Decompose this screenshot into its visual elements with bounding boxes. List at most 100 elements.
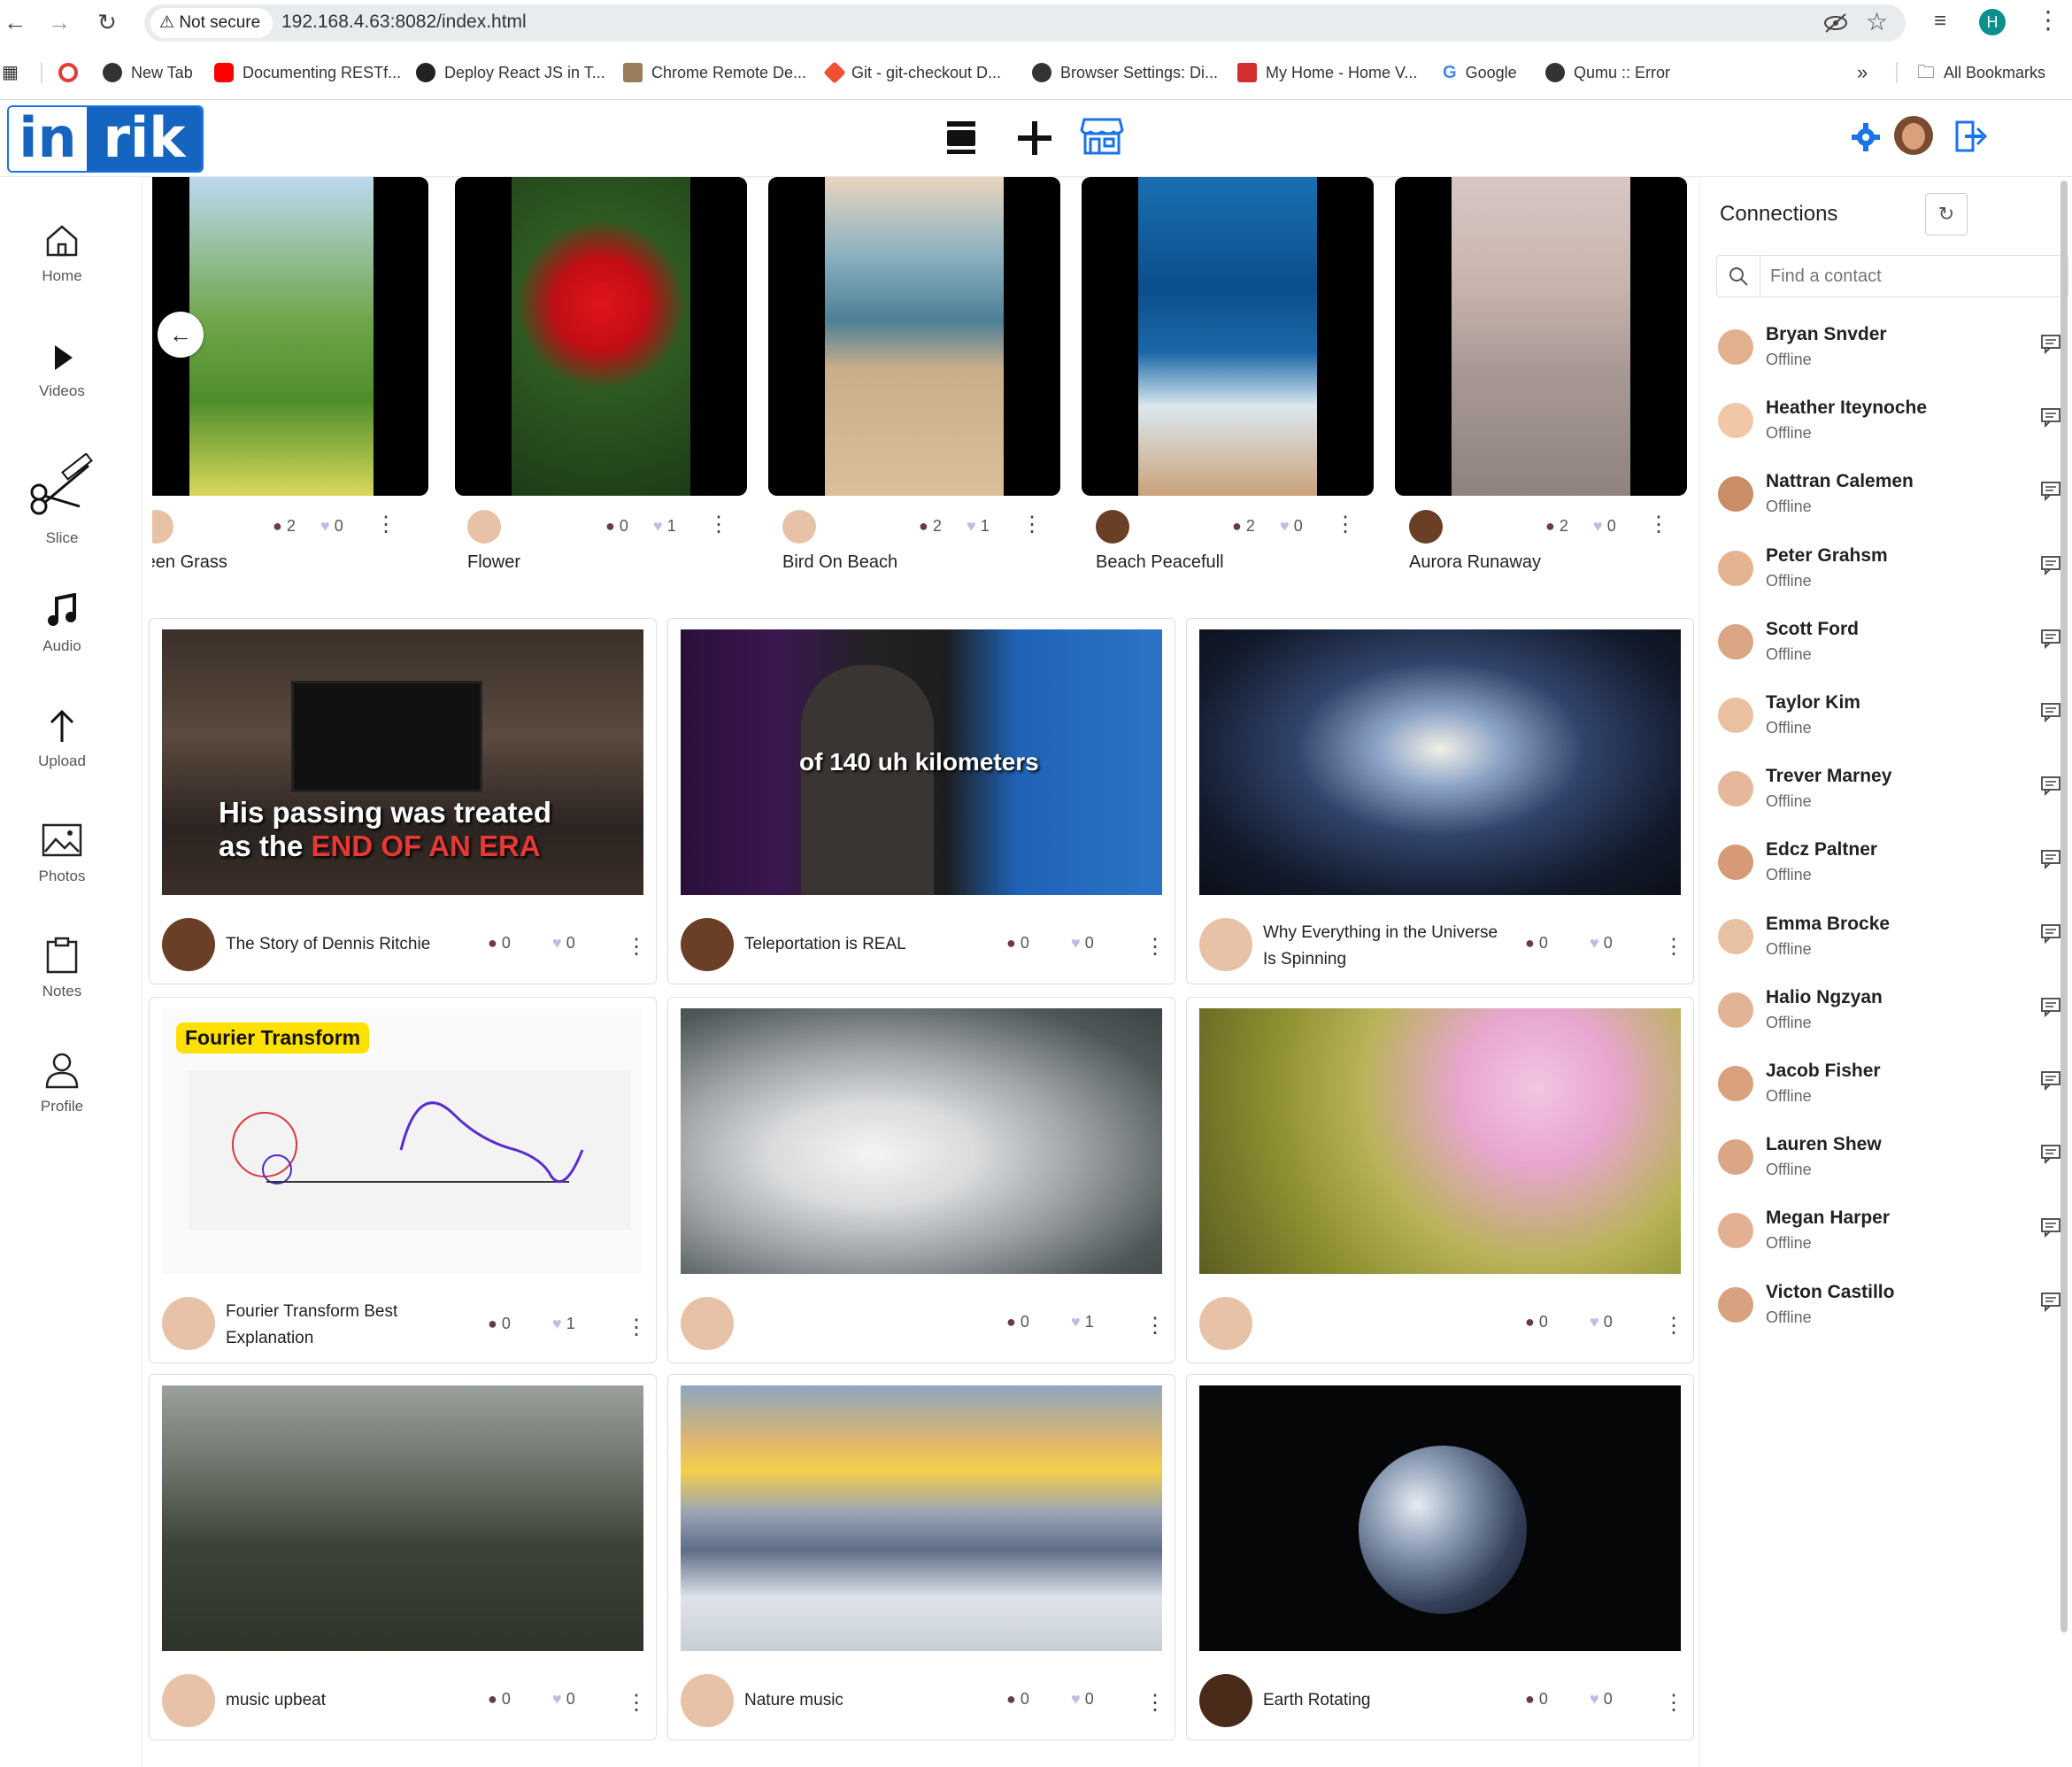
avatar[interactable] bbox=[162, 1297, 215, 1350]
video-card[interactable]: Nature music ● 0 ♥ 0 ⋮ bbox=[667, 1374, 1175, 1740]
bookmark-google[interactable]: G Google bbox=[1443, 60, 1517, 85]
user-avatar[interactable] bbox=[1894, 116, 1933, 155]
avatar[interactable] bbox=[1718, 1066, 1753, 1101]
store-icon[interactable] bbox=[1080, 116, 1124, 157]
avatar[interactable] bbox=[1718, 329, 1753, 365]
avatar[interactable] bbox=[1718, 698, 1753, 733]
message-icon[interactable] bbox=[2040, 1291, 2061, 1312]
video-title[interactable]: Fourier Transform Best Explanation bbox=[226, 1299, 447, 1352]
bookmark-documenting[interactable]: Documenting RESTf... bbox=[214, 60, 401, 85]
video-card[interactable]: of 140 uh kilometers Teleportation is RE… bbox=[667, 618, 1175, 984]
star-icon[interactable]: ☆ bbox=[1866, 7, 1888, 36]
more-options-icon[interactable]: ⋮ bbox=[1663, 1690, 1684, 1716]
contact-item[interactable]: Emma Brocke Offline bbox=[1718, 914, 2063, 976]
sidebar-item-videos[interactable]: Videos bbox=[0, 342, 124, 400]
profile-chip[interactable]: H bbox=[1979, 9, 2006, 35]
video-title[interactable]: music upbeat bbox=[226, 1687, 447, 1714]
message-icon[interactable] bbox=[2040, 1216, 2061, 1238]
bookmark-git[interactable]: Git - git-checkout D... bbox=[823, 60, 1001, 85]
page-scrollbar[interactable] bbox=[2060, 181, 2068, 1632]
all-bookmarks[interactable]: 🗀 All Bookmarks bbox=[1917, 60, 2045, 85]
message-icon[interactable] bbox=[2040, 628, 2061, 649]
sidebar-item-photos[interactable]: Photos bbox=[0, 823, 124, 885]
avatar[interactable] bbox=[681, 918, 734, 971]
avatar[interactable] bbox=[1199, 1674, 1252, 1727]
avatar[interactable] bbox=[1718, 845, 1753, 881]
refresh-icon[interactable]: ↻ bbox=[1925, 193, 1968, 235]
message-icon[interactable] bbox=[2040, 406, 2061, 428]
avatar[interactable] bbox=[1199, 918, 1252, 971]
sidebar-item-profile[interactable]: Profile bbox=[0, 1052, 124, 1115]
avatar[interactable] bbox=[1718, 403, 1753, 439]
bookmark-qumu[interactable]: Qumu :: Error bbox=[1545, 60, 1670, 85]
avatar[interactable] bbox=[1718, 550, 1753, 586]
video-title[interactable]: Earth Rotating bbox=[1263, 1687, 1484, 1714]
bookmark-deploy-react[interactable]: Deploy React JS in T... bbox=[416, 60, 605, 85]
contact-item[interactable]: Victon Castillo Offline bbox=[1718, 1282, 2063, 1344]
avatar[interactable] bbox=[162, 918, 215, 971]
avatar[interactable] bbox=[1718, 623, 1753, 660]
reel-card[interactable] bbox=[1395, 177, 1687, 496]
reel-more-icon[interactable]: ⋮ bbox=[1335, 512, 1356, 537]
video-title[interactable]: Nature music bbox=[744, 1687, 966, 1714]
avatar[interactable] bbox=[1718, 1213, 1753, 1249]
contact-item[interactable]: Edcz Paltner Offline bbox=[1718, 839, 2063, 901]
avatar[interactable] bbox=[1718, 771, 1753, 807]
logout-icon[interactable] bbox=[1954, 120, 1988, 153]
settings-gear-icon[interactable] bbox=[1852, 123, 1880, 151]
reel-title[interactable]: Beach Peacefull bbox=[1096, 552, 1224, 573]
reel-title[interactable]: reen Grass bbox=[152, 552, 227, 573]
bookmark-browser-settings[interactable]: Browser Settings: Di... bbox=[1032, 60, 1218, 85]
contact-item[interactable]: Megan Harper Offline bbox=[1718, 1208, 2063, 1269]
message-icon[interactable] bbox=[2040, 1143, 2061, 1165]
reel-title[interactable]: Aurora Runaway bbox=[1409, 552, 1541, 573]
video-card[interactable]: Fourier Transform Fourier Transform Best… bbox=[149, 997, 657, 1363]
video-title[interactable]: Teleportation is REAL bbox=[744, 931, 966, 958]
reel-more-icon[interactable]: ⋮ bbox=[708, 512, 729, 537]
bookmark-opera[interactable] bbox=[58, 60, 78, 85]
avatar[interactable] bbox=[1718, 476, 1753, 513]
apps-icon[interactable]: ▦ bbox=[2, 60, 19, 85]
message-icon[interactable] bbox=[2040, 996, 2061, 1017]
sidebar-item-audio[interactable]: Audio bbox=[0, 593, 124, 655]
avatar[interactable] bbox=[1718, 1286, 1753, 1323]
more-options-icon[interactable]: ⋮ bbox=[1144, 934, 1166, 960]
contact-item[interactable]: Halio Ngzyan Offline bbox=[1718, 987, 2063, 1049]
avatar[interactable] bbox=[1718, 918, 1753, 954]
reel-more-icon[interactable]: ⋮ bbox=[1021, 512, 1043, 537]
forward-icon[interactable]: → bbox=[44, 7, 74, 37]
media-icon[interactable]: ≡ bbox=[1934, 9, 1946, 34]
reel-card[interactable] bbox=[768, 177, 1060, 496]
video-title[interactable]: The Story of Dennis Ritchie bbox=[226, 931, 447, 958]
more-options-icon[interactable]: ⋮ bbox=[1144, 1313, 1166, 1339]
video-card[interactable]: His passing was treated as the END OF AN… bbox=[149, 618, 657, 984]
reel-card[interactable] bbox=[1082, 177, 1374, 496]
bookmark-my-home[interactable]: My Home - Home V... bbox=[1237, 60, 1417, 85]
reel-title[interactable]: Flower bbox=[467, 552, 520, 573]
library-icon[interactable] bbox=[944, 118, 979, 157]
contact-item[interactable]: Taylor Kim Offline bbox=[1718, 692, 2063, 754]
more-options-icon[interactable]: ⋮ bbox=[1144, 1690, 1166, 1716]
video-card[interactable]: ● 0 ♥ 0 ⋮ bbox=[1186, 997, 1694, 1363]
bookmark-new-tab[interactable]: New Tab bbox=[103, 60, 193, 85]
avatar[interactable] bbox=[1199, 1297, 1252, 1350]
message-icon[interactable] bbox=[2040, 554, 2061, 575]
sidebar-item-upload[interactable]: Upload bbox=[0, 708, 124, 770]
message-icon[interactable] bbox=[2040, 848, 2061, 870]
video-card[interactable]: Why Everything in the Universe Is Spinni… bbox=[1186, 618, 1694, 984]
reel-title[interactable]: Bird On Beach bbox=[782, 552, 897, 573]
reel-more-icon[interactable]: ⋮ bbox=[375, 512, 397, 537]
sidebar-item-home[interactable]: Home bbox=[0, 223, 124, 285]
contact-item[interactable]: Jacob Fisher Offline bbox=[1718, 1061, 2063, 1123]
message-icon[interactable] bbox=[2040, 1069, 2061, 1091]
add-icon[interactable] bbox=[1016, 120, 1053, 157]
sidebar-item-slice[interactable]: Slice bbox=[0, 453, 124, 547]
avatar[interactable] bbox=[1096, 510, 1129, 544]
url-text[interactable]: 192.168.4.63:8082/index.html bbox=[281, 12, 527, 33]
avatar[interactable] bbox=[1409, 510, 1443, 544]
contact-search[interactable] bbox=[1716, 255, 2068, 297]
bookmark-chrome-remote[interactable]: Chrome Remote De... bbox=[623, 60, 806, 85]
contact-item[interactable]: Trever Marney Offline bbox=[1718, 766, 2063, 828]
eye-off-icon[interactable] bbox=[1823, 12, 1848, 34]
video-card[interactable]: music upbeat ● 0 ♥ 0 ⋮ bbox=[149, 1374, 657, 1740]
